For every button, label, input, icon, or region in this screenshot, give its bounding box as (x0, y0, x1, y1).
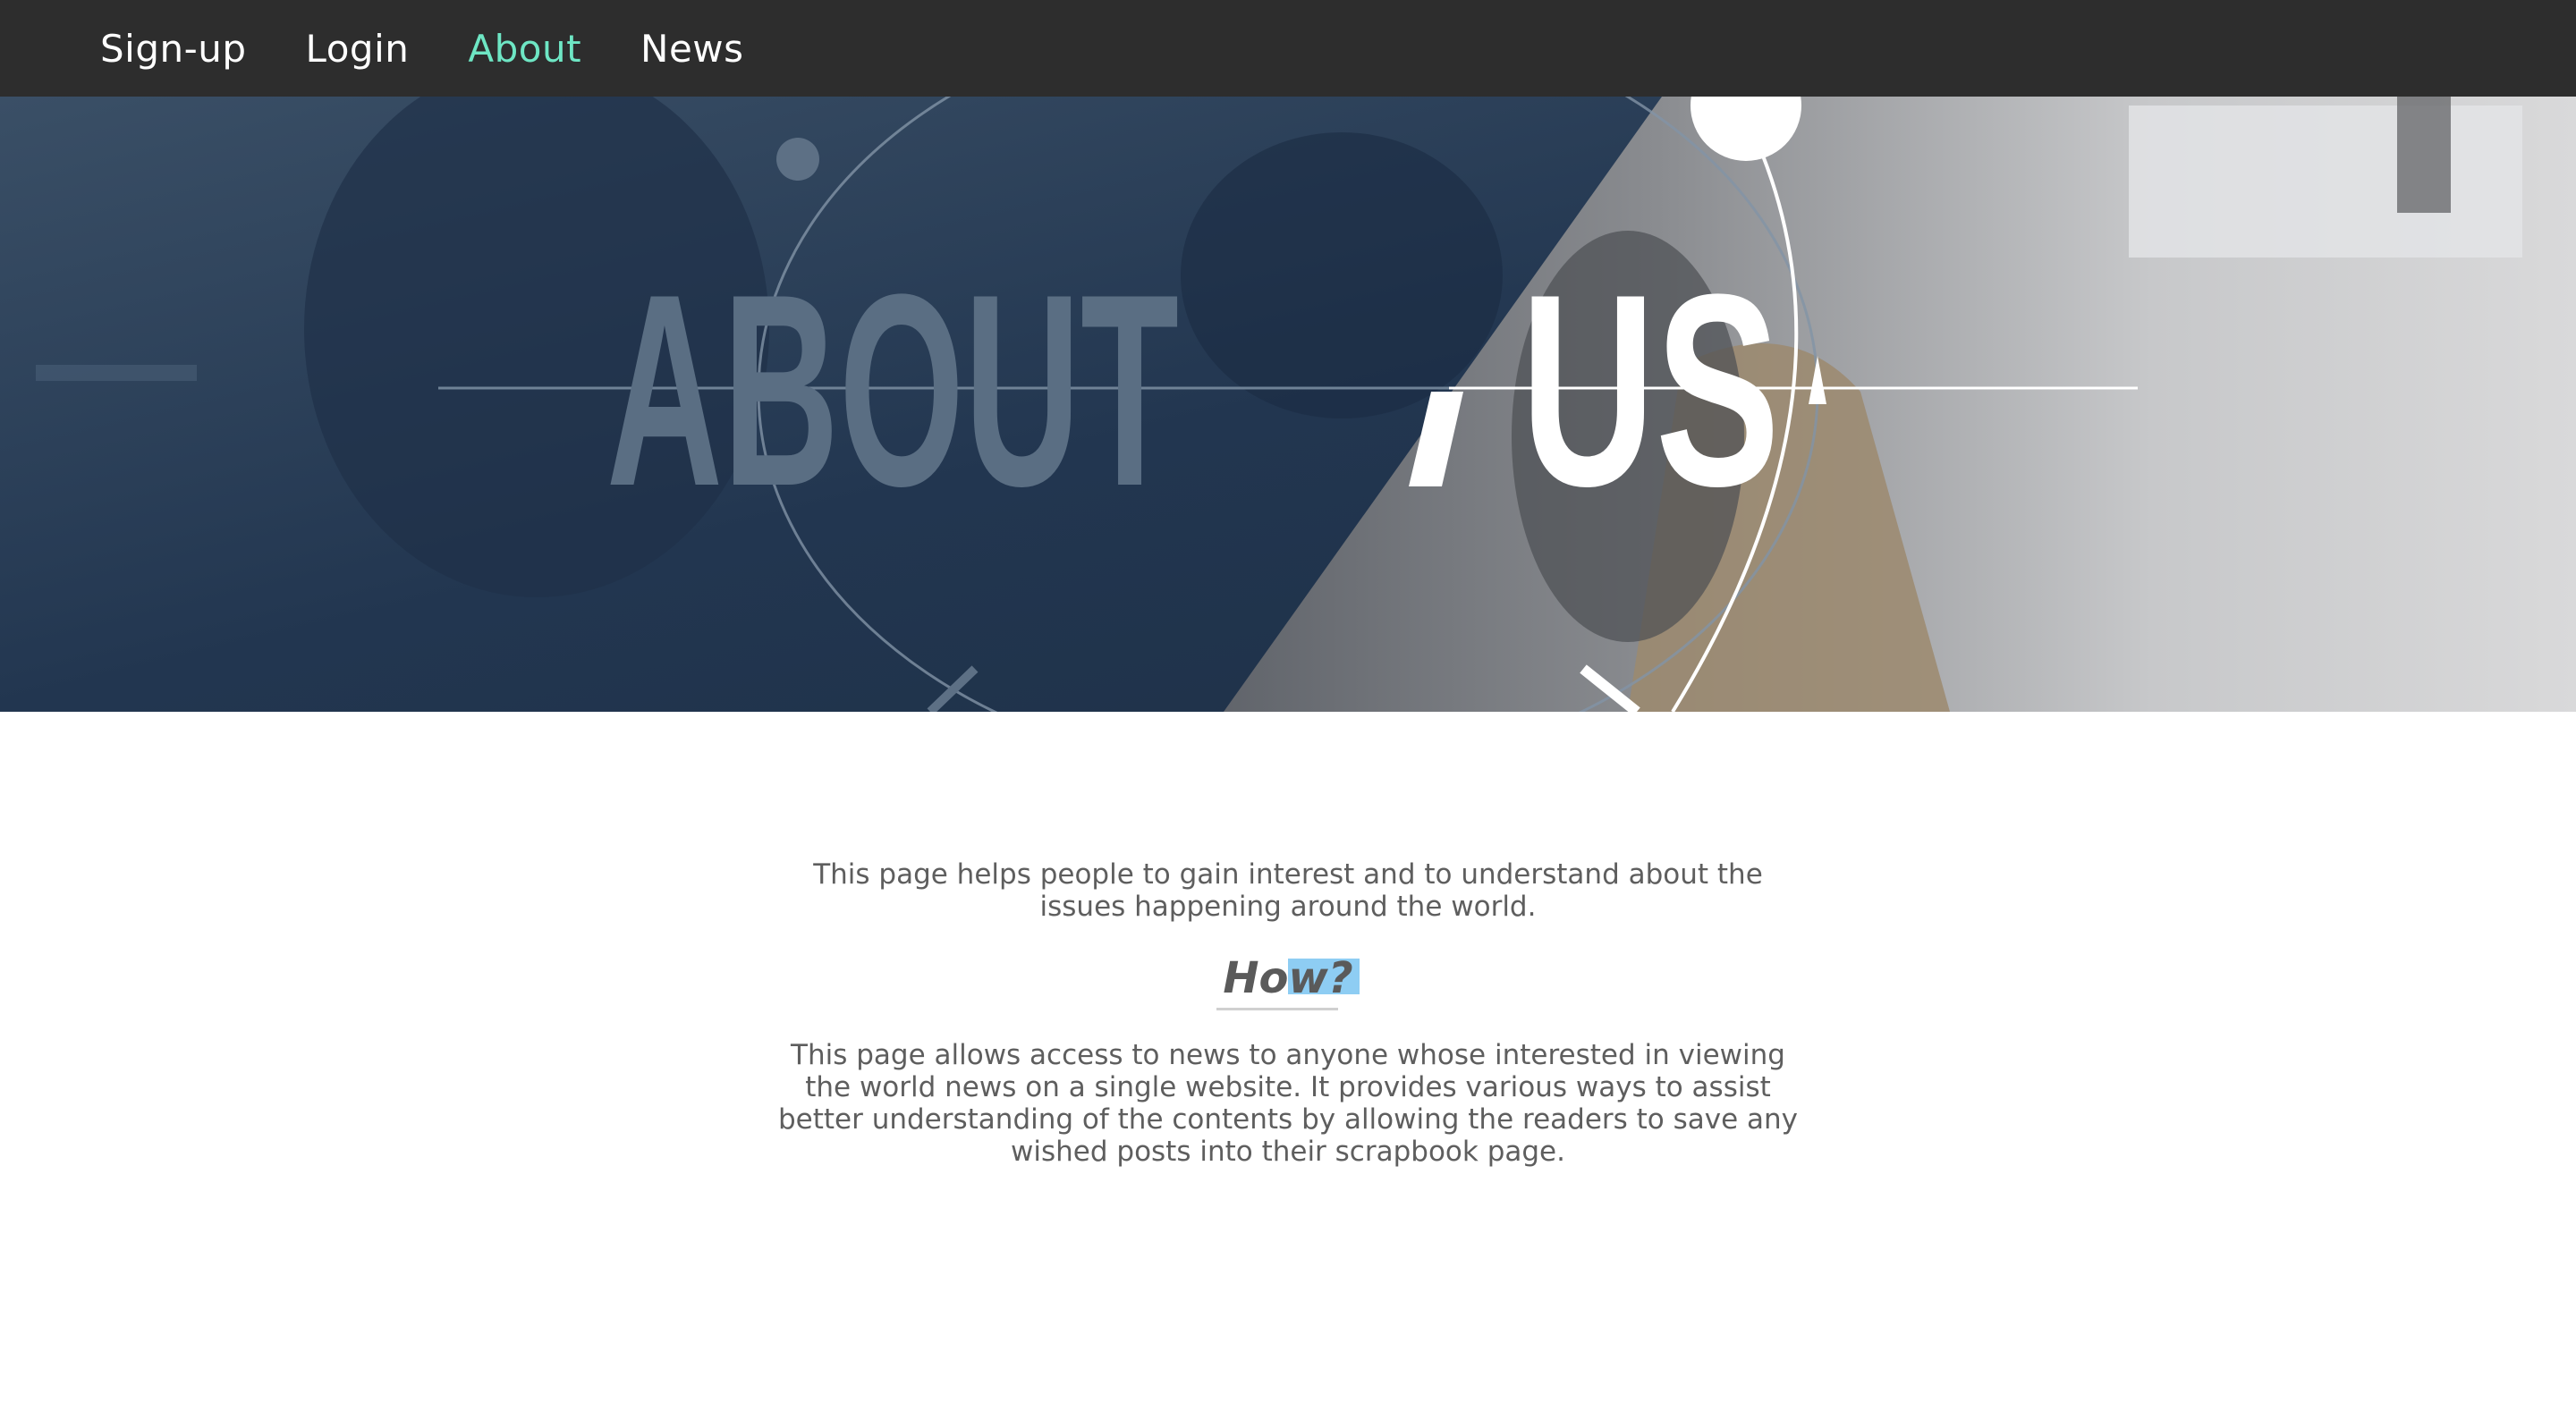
hero-banner-graphic: ABOUT US (0, 97, 2576, 712)
about-content: This page helps people to gain interest … (0, 712, 2576, 1411)
heading-underline (1216, 1008, 1338, 1010)
top-navbar: Sign-up Login About News (0, 0, 2576, 97)
section-heading-how: How? (1223, 953, 1353, 1003)
details-paragraph: This page allows access to news to anyon… (777, 1039, 1799, 1168)
nav-link-about[interactable]: About (468, 27, 581, 71)
nav-link-sign-up[interactable]: Sign-up (100, 27, 247, 71)
hero-dot (776, 138, 819, 181)
hero-table-shape (36, 365, 197, 381)
hero-title-us: US (1521, 237, 1780, 543)
hero-figure-shape (1181, 132, 1503, 418)
nav-link-news[interactable]: News (640, 27, 744, 71)
intro-paragraph: This page helps people to gain interest … (813, 858, 1763, 923)
hero-title-about: ABOUT (606, 237, 1179, 543)
nav-link-login[interactable]: Login (306, 27, 410, 71)
hero-banner: ABOUT US (0, 97, 2576, 712)
